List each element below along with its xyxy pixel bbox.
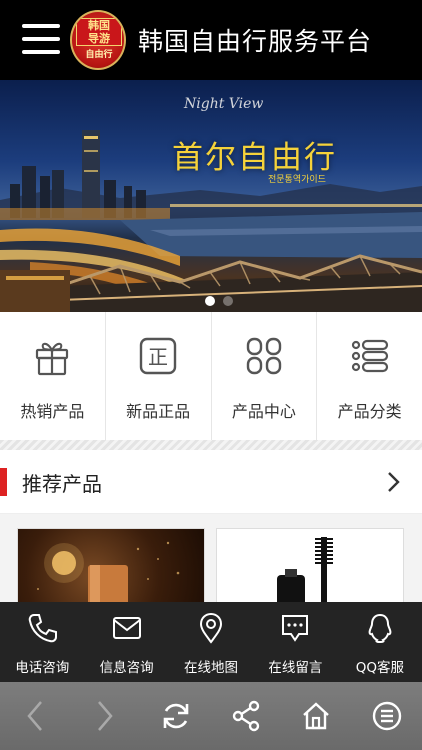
contact-label: 信息咨询	[99, 660, 154, 676]
menu-circle-icon	[372, 701, 401, 731]
carousel-dot-active[interactable]	[205, 296, 215, 306]
section-title: 推荐产品	[22, 472, 102, 496]
quick-nav-product-category[interactable]: 产品分类	[317, 312, 422, 440]
section-accent-bar	[0, 468, 7, 496]
browser-toolbar	[0, 682, 422, 750]
forward-arrow-icon	[98, 701, 114, 731]
page-title: 韩国自由行服务平台	[138, 27, 373, 56]
refresh-icon	[163, 703, 189, 729]
quick-nav-label: 新品正品	[126, 402, 191, 421]
share-button[interactable]	[211, 682, 281, 750]
quick-nav-label: 产品中心	[231, 402, 296, 421]
section-divider	[0, 440, 422, 450]
message-icon	[282, 615, 309, 642]
qq-icon	[368, 613, 392, 644]
product-card[interactable]	[17, 528, 205, 608]
contact-bar: 电话咨询 信息咨询 在线地图 在线留言 QQ客服	[0, 602, 422, 682]
logo-badge: 韩国 导游	[76, 18, 122, 46]
home-button[interactable]	[281, 682, 351, 750]
banner-title: 首尔自由行	[172, 140, 337, 176]
back-arrow-icon	[27, 701, 43, 731]
mail-icon	[112, 617, 141, 639]
quick-nav-new-genuine[interactable]: 正 新品正品	[106, 312, 212, 440]
svg-text:正: 正	[148, 345, 168, 369]
contact-label: 在线地图	[184, 660, 239, 676]
banner-subtitle: 전문통역가이드	[268, 175, 326, 185]
share-icon	[232, 700, 260, 732]
home-icon	[303, 702, 330, 730]
forward-button[interactable]	[70, 682, 140, 750]
chevron-right-icon[interactable]	[386, 470, 402, 494]
quick-nav-label: 热销产品	[20, 402, 85, 421]
product-list	[0, 514, 422, 608]
contact-message-info[interactable]: 信息咨询	[84, 602, 168, 682]
menu-button[interactable]	[352, 682, 422, 750]
logo-text-line2: 导游	[88, 32, 110, 45]
carousel-indicator	[205, 296, 233, 306]
carousel-dot[interactable]	[223, 296, 233, 306]
quick-nav-hot-products[interactable]: 热销产品	[0, 312, 106, 440]
product-image	[37, 541, 180, 607]
quick-nav-product-center[interactable]: 产品中心	[212, 312, 318, 440]
list-icon	[351, 339, 388, 373]
quick-nav-label: 产品分类	[337, 402, 402, 421]
product-image	[277, 537, 333, 607]
header-bar: 韩国 导游 自由行 韩国自由行服务平台	[0, 0, 422, 80]
contact-leave-message[interactable]: 在线留言	[253, 602, 337, 682]
gift-icon	[36, 342, 69, 376]
quick-nav: 热销产品 正 新品正品 产品中心 产品分类	[0, 312, 422, 440]
location-pin-icon	[200, 612, 223, 644]
city-night-illustration	[0, 130, 422, 312]
hero-banner[interactable]: Night View 首尔自由行 전문통역가이드	[0, 80, 422, 312]
recommended-section-header: 推荐产品	[0, 450, 422, 514]
contact-label: 在线留言	[268, 660, 323, 676]
contact-map[interactable]: 在线地图	[169, 602, 253, 682]
contact-qq[interactable]: QQ客服	[338, 602, 422, 682]
contact-label: QQ客服	[355, 660, 404, 676]
refresh-button[interactable]	[141, 682, 211, 750]
phone-icon	[28, 614, 58, 643]
hamburger-menu-icon[interactable]	[22, 22, 60, 56]
product-card[interactable]	[216, 528, 404, 608]
app-root: 韩国 导游 自由行 韩国自由行服务平台 Night View 首尔自由行 전문통…	[0, 0, 422, 750]
logo[interactable]: 韩国 导游 自由行	[70, 10, 126, 70]
banner-brand: Night View	[184, 96, 264, 112]
genuine-icon: 正	[139, 337, 177, 375]
logo-text-line3: 自由行	[85, 50, 113, 60]
back-button[interactable]	[0, 682, 70, 750]
contact-label: 电话咨询	[15, 660, 70, 676]
grid-icon	[246, 337, 282, 375]
contact-phone[interactable]: 电话咨询	[0, 602, 84, 682]
logo-text-line1: 韩国	[88, 19, 110, 32]
